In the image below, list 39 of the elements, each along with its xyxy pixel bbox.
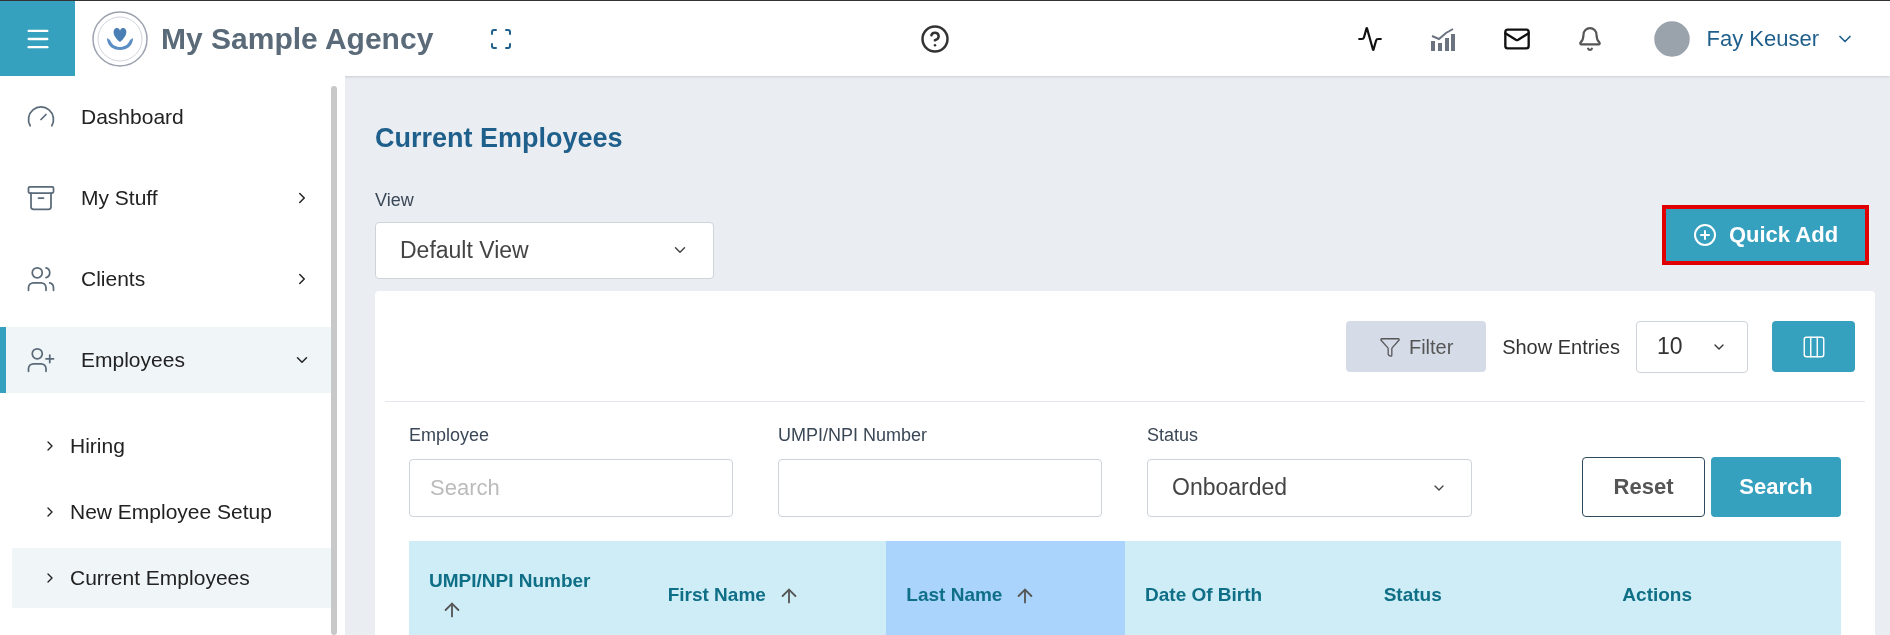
- submenu-item[interactable]: Hiring: [12, 416, 332, 476]
- sidebar-item[interactable]: Clients: [0, 246, 335, 312]
- filter-icon: [1378, 335, 1401, 358]
- plus-icon: [1692, 222, 1717, 247]
- filter-button[interactable]: Filter: [1346, 321, 1487, 372]
- column-header[interactable]: UMPI/NPI Number: [409, 540, 648, 635]
- sidebar-item[interactable]: My Stuff: [0, 165, 335, 231]
- column-header[interactable]: Date Of Birth: [1125, 540, 1364, 635]
- input-field[interactable]: Search: [409, 458, 733, 517]
- column-header[interactable]: Actions: [1602, 540, 1842, 635]
- column-header[interactable]: Status: [1363, 540, 1603, 635]
- agency-name: My Sample Agency: [161, 21, 434, 57]
- columns-button[interactable]: [1772, 321, 1855, 372]
- user-menu[interactable]: Fay Keuser: [1706, 22, 1855, 55]
- sidebar-item[interactable]: Dashboard: [0, 84, 335, 150]
- reset-button[interactable]: Reset: [1582, 456, 1705, 517]
- page-title: Current Employees: [375, 122, 624, 155]
- help-icon[interactable]: [919, 23, 950, 54]
- activity-icon[interactable]: [1356, 25, 1383, 52]
- menu-button[interactable]: [0, 1, 75, 76]
- entries-select[interactable]: 10: [1636, 320, 1748, 373]
- field-label: View: [375, 188, 415, 212]
- field-label: Status: [1147, 423, 1200, 447]
- view-select[interactable]: Default View: [375, 221, 714, 279]
- notification-icon[interactable]: [1576, 25, 1603, 52]
- status-select[interactable]: Onboarded: [1147, 458, 1472, 517]
- field-label: UMPI/NPI Number: [778, 423, 929, 447]
- submenu-item[interactable]: Current Employees: [12, 548, 332, 608]
- show-entries-label: Show Entries: [1502, 334, 1620, 360]
- logo-icon: [91, 9, 149, 68]
- menu-item-icon: [26, 264, 56, 294]
- column-header[interactable]: First Name: [647, 540, 887, 635]
- menu-item-icon: [26, 345, 56, 375]
- fullscreen-icon[interactable]: [489, 26, 514, 51]
- menu-item-icon: [26, 183, 56, 213]
- field-label: Employee: [409, 423, 491, 447]
- column-header[interactable]: Last Name: [886, 540, 1125, 635]
- submenu-item[interactable]: New Employee Setup: [12, 482, 332, 542]
- input-field[interactable]: [778, 458, 1102, 517]
